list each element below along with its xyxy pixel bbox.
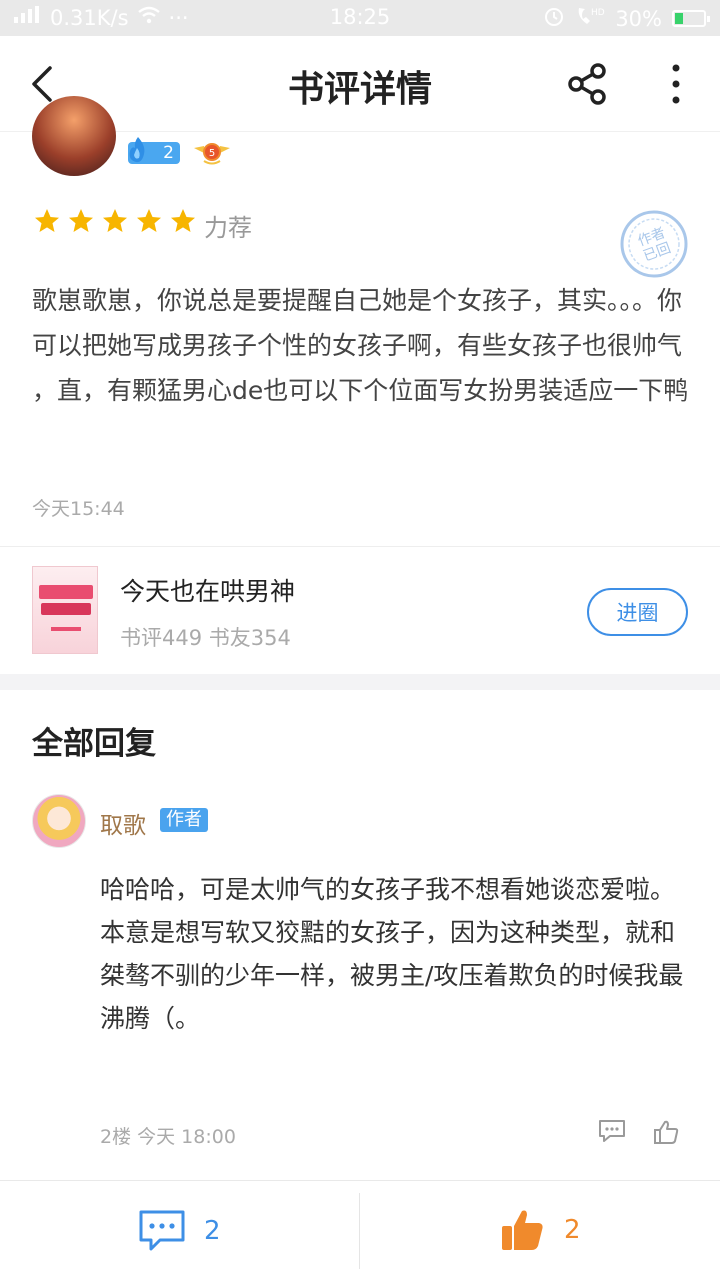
reply-body: 哈哈哈，可是太帅气的女孩子我不想看她谈恋爱啦。 本意是想写软又狡黠的女孩子，因为…: [100, 875, 684, 1033]
svg-text:HD: HD: [591, 8, 605, 18]
section-gap: [0, 674, 720, 690]
reviewer-avatar[interactable]: [32, 96, 116, 176]
thumbs-up-icon: [502, 1210, 543, 1250]
reply-username[interactable]: 取歌: [100, 806, 146, 840]
comment-button[interactable]: 2: [138, 1209, 221, 1253]
review-body: 歌崽歌崽，你说总是要提醒自己她是个女孩子，其实。。。你可以把她写成男孩子个性的女…: [32, 286, 689, 405]
join-circle-button[interactable]: 进圈: [587, 588, 688, 636]
battery-percent: 30%: [615, 6, 662, 31]
share-icon: [568, 63, 606, 105]
reply-avatar[interactable]: [32, 794, 86, 848]
author-replied-stamp: 作者 已回: [620, 210, 688, 278]
rating-stars: [34, 208, 196, 234]
level-badge-icon: 5: [194, 143, 230, 165]
star-icon: [103, 209, 127, 232]
star-icon: [69, 209, 93, 232]
star-icon: [137, 209, 161, 232]
divider: [0, 546, 720, 547]
page-title: 书评详情: [287, 68, 432, 110]
status-bar: 0.31K/s ··· 18:25 HD 30%: [0, 0, 720, 36]
flame-icon: [129, 137, 145, 163]
user-level-value: 5: [209, 148, 215, 159]
comment-icon: [139, 1210, 185, 1251]
status-right: HD 30%: [543, 5, 710, 32]
share-button[interactable]: [564, 60, 612, 108]
fire-level-badge: 2: [128, 137, 180, 164]
reply-comment-icon[interactable]: [598, 1118, 626, 1144]
alarm-icon: [543, 5, 565, 32]
book-cover[interactable]: [32, 566, 98, 654]
replies-section-title: 全部回复: [32, 726, 156, 762]
fire-level-value: 2: [163, 143, 174, 163]
review-time: 今天15:44: [32, 498, 125, 520]
like-button[interactable]: 2: [500, 1207, 581, 1253]
reply-like-icon[interactable]: [652, 1118, 680, 1146]
bottom-divider: [359, 1193, 360, 1269]
rating-label: 力荐: [204, 214, 252, 242]
author-badge: 作者: [160, 808, 208, 832]
star-icon: [35, 209, 59, 232]
like-count: 2: [564, 1215, 581, 1245]
star-icon: [171, 209, 195, 232]
hd-call-icon: HD: [575, 5, 605, 32]
bottom-action-bar: 2 2: [0, 1180, 720, 1280]
book-title[interactable]: 今天也在哄男神: [120, 572, 295, 608]
battery-icon: [672, 10, 710, 27]
more-vertical-icon: [672, 64, 680, 104]
more-button[interactable]: [660, 60, 692, 108]
book-stats: 书评449 书友354: [120, 626, 291, 650]
comment-count: 2: [204, 1216, 221, 1246]
reply-meta: 2楼 今天 18:00: [100, 1126, 236, 1148]
battery-fill: [675, 13, 683, 24]
